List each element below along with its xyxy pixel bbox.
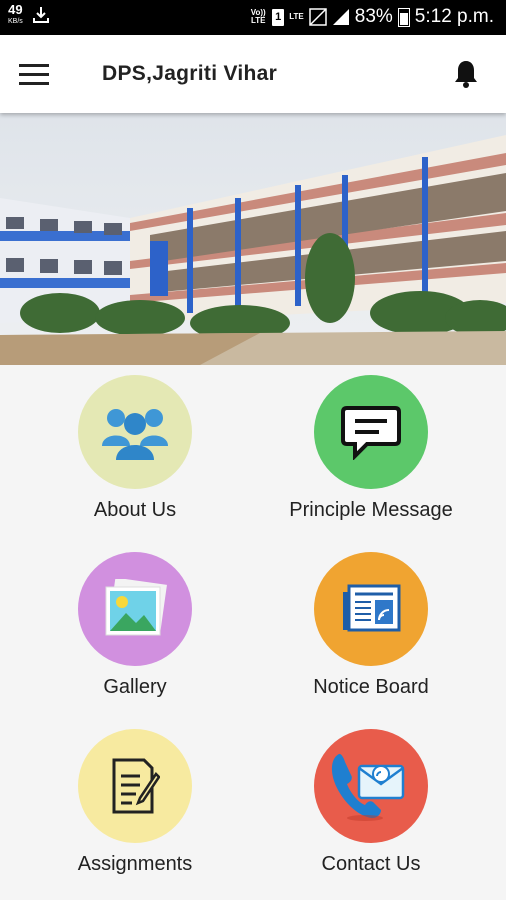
about-us-tile[interactable]: About Us — [20, 365, 250, 535]
about-us-circle — [78, 375, 192, 489]
assignments-tile[interactable]: Assignments — [20, 719, 250, 889]
notice-board-circle — [314, 552, 428, 666]
newspaper-icon — [343, 584, 401, 632]
school-banner-image — [0, 113, 506, 365]
notice-board-tile[interactable]: Notice Board — [256, 542, 486, 712]
document-icon — [112, 758, 160, 814]
battery-icon — [397, 7, 410, 27]
gallery-circle — [78, 552, 192, 666]
message-icon — [341, 406, 401, 460]
assignments-circle — [78, 729, 192, 843]
assignments-label: Assignments — [77, 853, 193, 875]
network-speed-unit: KB/s — [8, 18, 23, 25]
contact-us-label: Contact Us — [321, 853, 421, 875]
about-us-label: About Us — [93, 499, 177, 521]
sim-icon: 1 — [272, 8, 285, 26]
gallery-icon — [105, 579, 167, 636]
battery-percent: 83% — [354, 6, 393, 27]
app-title: DPS,Jagriti Vihar — [102, 62, 278, 85]
contact-us-circle — [314, 729, 428, 843]
network-speed-value: 49 — [8, 2, 23, 17]
contact-icon — [331, 753, 405, 821]
download-icon — [32, 7, 49, 23]
status-bar: 49 KB/s Vo)) LTE 1 LTE 83% 5:12 p.m. — [0, 0, 506, 35]
principle-message-label: Principle Message — [289, 499, 453, 521]
menu-icon[interactable] — [19, 64, 49, 86]
signal-empty-icon — [309, 8, 327, 26]
clock: 5:12 p.m. — [414, 6, 494, 27]
gallery-label: Gallery — [103, 676, 167, 698]
notice-board-label: Notice Board — [313, 676, 429, 698]
contact-us-tile[interactable]: Contact Us — [256, 719, 486, 889]
volte-indicator: Vo)) LTE — [250, 8, 266, 25]
app-bar: DPS,Jagriti Vihar — [0, 35, 506, 113]
lte-indicator: LTE — [289, 12, 304, 21]
principle-message-circle — [314, 375, 428, 489]
gallery-tile[interactable]: Gallery — [20, 542, 250, 712]
network-speed: 49 KB/s — [8, 2, 23, 28]
notification-bell-icon[interactable] — [452, 59, 480, 89]
signal-icon — [332, 9, 349, 25]
people-icon — [102, 409, 168, 460]
principle-message-tile[interactable]: Principle Message — [256, 365, 486, 535]
